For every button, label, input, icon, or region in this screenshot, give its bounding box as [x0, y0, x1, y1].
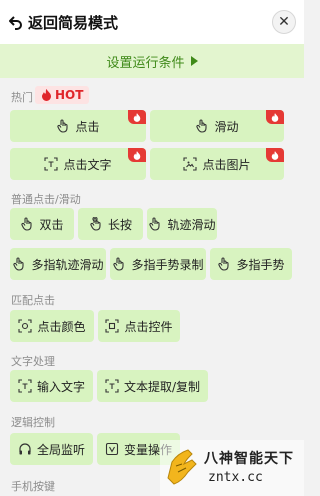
logic-section-title: 逻辑控制 [11, 416, 55, 429]
run-condition-label: 设置运行条件 [106, 55, 185, 71]
tap-finger-icon [57, 119, 69, 133]
match-button-label: 点击颜色 [37, 319, 86, 334]
basic-button-label: 轨迹滑动 [167, 217, 216, 232]
text-button-input-text[interactable]: 输入文字 [10, 370, 93, 402]
close-button[interactable]: ✕ [272, 10, 296, 34]
multi-finger-icon [13, 257, 25, 271]
basic-button-multi-gesture[interactable]: 多指手势 [210, 248, 292, 280]
basic-button-multi-gesture-record[interactable]: 多指手势录制 [110, 248, 206, 280]
basic-section-title: 普通点击/滑动 [11, 193, 81, 206]
image-target-icon [183, 157, 198, 171]
flame-icon [133, 150, 141, 160]
text-target-icon [44, 157, 59, 171]
swipe-finger-icon [196, 119, 208, 133]
logic-button-global-listen[interactable]: 全局监听 [10, 433, 93, 465]
hot-button-label: 点击图片 [202, 157, 251, 172]
back-arrow-icon [9, 16, 22, 30]
header: 返回简易模式 ✕ [0, 0, 304, 44]
hot-button-label: 点击文字 [63, 157, 112, 172]
hand-logo-icon [167, 449, 197, 485]
flame-icon [42, 89, 51, 101]
hot-badge [266, 148, 284, 162]
basic-button-label: 多指手势 [236, 257, 285, 272]
hot-badge [128, 110, 146, 124]
close-icon: ✕ [278, 14, 290, 30]
double-tap-icon [21, 217, 33, 231]
multi-finger-icon [218, 257, 230, 271]
basic-button-double-tap[interactable]: 双击 [10, 208, 74, 240]
hot-button-tap-image[interactable]: 点击图片 [150, 148, 284, 180]
hot-button-tap-text[interactable]: 点击文字 [10, 148, 146, 180]
variable-icon [105, 442, 119, 456]
text-button-label: 文本提取/复制 [123, 379, 201, 394]
multi-finger-icon [113, 257, 125, 271]
long-press-icon [90, 217, 101, 231]
hot-section-title: 热门 [11, 91, 33, 104]
watermark-title: 八神智能天下 [204, 451, 294, 467]
hot-badge [128, 148, 146, 162]
watermark: 八神智能天下 zntx.cc [160, 440, 304, 496]
hot-tag-label: HOT [55, 88, 84, 102]
hot-badge [266, 110, 284, 124]
basic-button-label: 多指轨迹滑动 [31, 257, 104, 272]
logic-button-label: 全局监听 [36, 442, 85, 457]
basic-button-multi-path-swipe[interactable]: 多指轨迹滑动 [10, 248, 106, 280]
flame-icon [271, 112, 279, 122]
basic-button-long-press[interactable]: 长按 [78, 208, 143, 240]
run-condition-button[interactable]: 设置运行条件 [0, 44, 304, 78]
back-label: 返回简易模式 [28, 13, 119, 32]
text-section-title: 文字处理 [11, 355, 55, 368]
watermark-url: zntx.cc [208, 470, 263, 485]
basic-button-path-swipe[interactable]: 轨迹滑动 [147, 208, 217, 240]
play-icon [190, 56, 198, 66]
match-section-title: 匹配点击 [11, 294, 55, 307]
back-button[interactable]: 返回简易模式 [8, 10, 118, 34]
hot-button-label: 滑动 [214, 119, 239, 134]
keys-section-title: 手机按键 [11, 480, 55, 493]
match-button-label: 点击控件 [124, 319, 173, 334]
hot-button-tap[interactable]: 点击 [10, 110, 146, 142]
path-swipe-icon [149, 217, 161, 231]
text-button-extract-copy[interactable]: 文本提取/复制 [97, 370, 208, 402]
match-button-tap-color[interactable]: 点击颜色 [10, 310, 94, 342]
hot-tag: HOT [35, 86, 90, 104]
match-button-tap-widget[interactable]: 点击控件 [98, 310, 180, 342]
basic-button-label: 双击 [39, 217, 64, 232]
basic-button-label: 多指手势录制 [131, 257, 204, 272]
flame-icon [271, 150, 279, 160]
hot-button-swipe[interactable]: 滑动 [150, 110, 284, 142]
hot-button-label: 点击 [75, 119, 100, 134]
flame-icon [133, 112, 141, 122]
text-extract-icon [105, 379, 119, 393]
headphones-icon [19, 443, 31, 455]
text-input-icon [18, 379, 32, 393]
color-target-icon [18, 319, 33, 333]
basic-button-label: 长按 [107, 217, 132, 232]
text-button-label: 输入文字 [36, 379, 85, 394]
widget-target-icon [105, 319, 120, 333]
